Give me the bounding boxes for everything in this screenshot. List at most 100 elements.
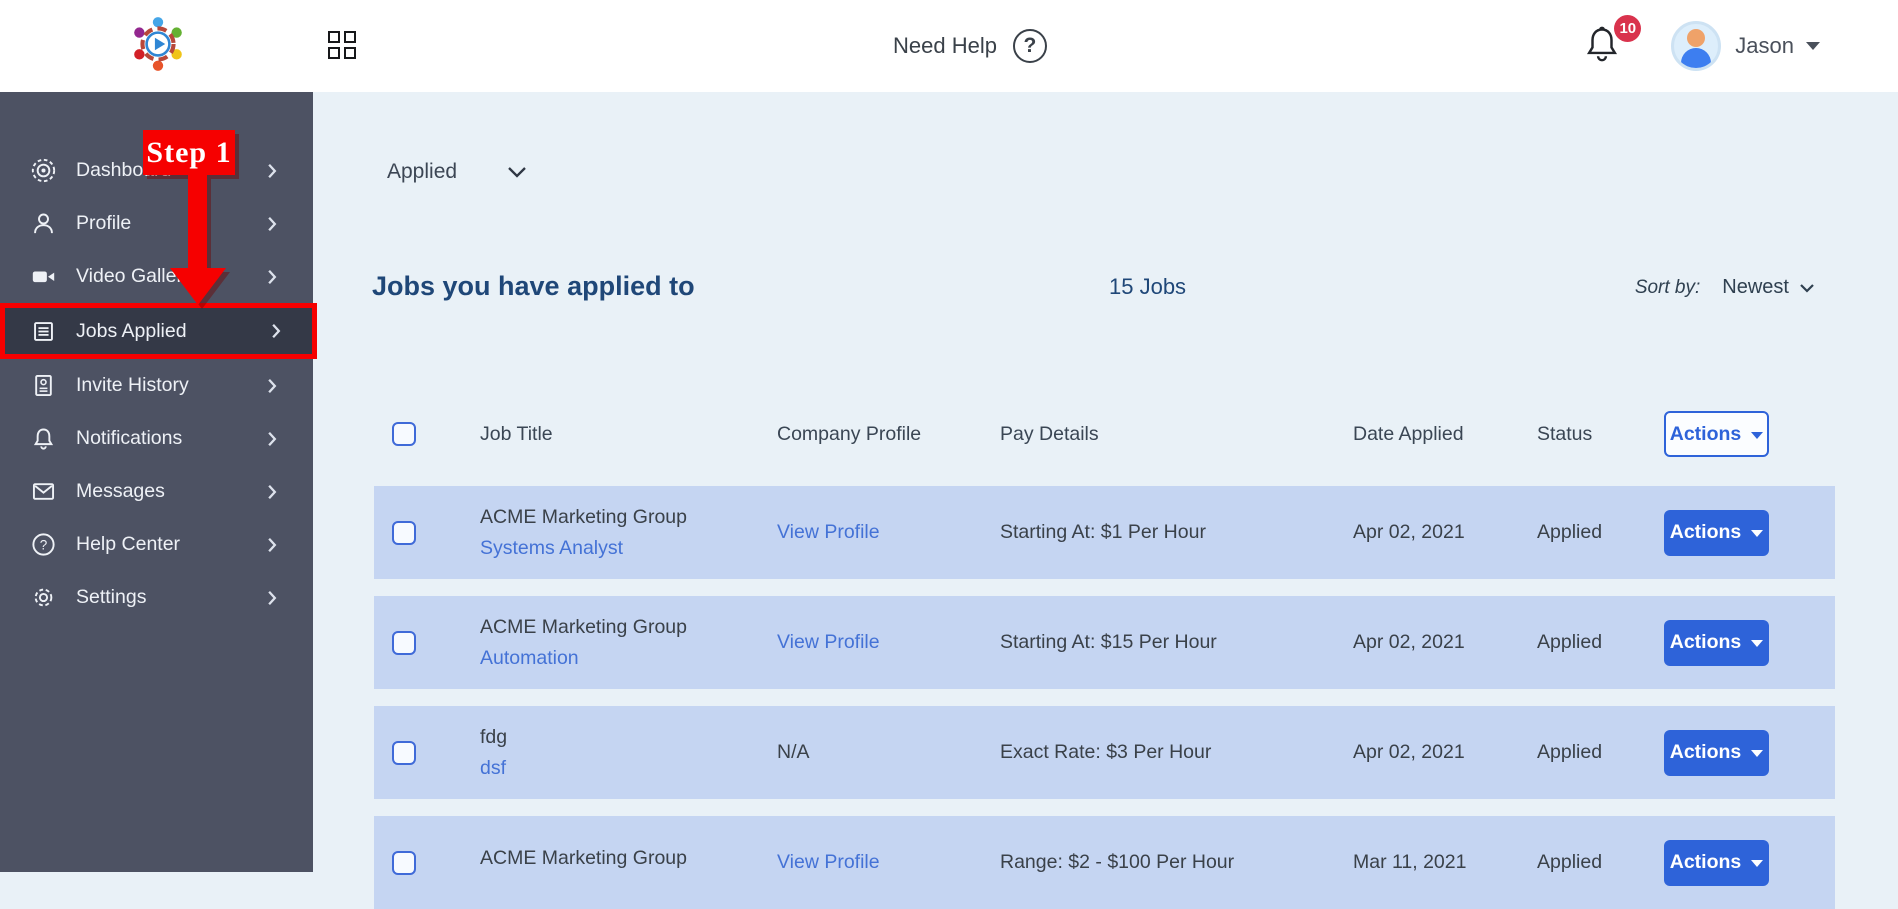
bulk-actions-label: Actions xyxy=(1670,423,1742,446)
dashboard-icon xyxy=(30,157,57,184)
apps-grid-icon[interactable] xyxy=(328,31,356,59)
bell-icon xyxy=(30,425,57,452)
job-title-link[interactable]: Systems Analyst xyxy=(480,537,770,560)
brand-logo-icon[interactable] xyxy=(129,13,187,75)
pay-details: Starting At: $1 Per Hour xyxy=(995,521,1345,544)
sidebar-item-jobs-applied[interactable]: Jobs Applied xyxy=(0,303,317,359)
row-checkbox[interactable] xyxy=(392,851,416,875)
row-actions-button[interactable]: Actions xyxy=(1664,730,1769,776)
row-checkbox[interactable] xyxy=(392,631,416,655)
sidebar-item-video-gallery[interactable]: Video Gallery xyxy=(0,250,313,303)
bulk-actions-button[interactable]: Actions xyxy=(1664,411,1769,457)
table-row: ACME Marketing Group Automation View Pro… xyxy=(374,596,1835,689)
col-job-title: Job Title xyxy=(470,423,770,446)
sidebar-nav: Dashboard Profile Video Gallery Jobs App… xyxy=(0,92,313,872)
document-list-icon xyxy=(30,318,57,345)
view-profile-link[interactable]: View Profile xyxy=(777,631,880,653)
date-applied: Mar 11, 2021 xyxy=(1345,851,1525,874)
step-badge: Step 1 xyxy=(143,130,235,175)
profile-icon xyxy=(30,210,57,237)
page-title: Jobs you have applied to xyxy=(372,271,695,301)
need-help-button[interactable]: Need Help ? xyxy=(893,0,1047,92)
sidebar-item-label: Help Center xyxy=(76,533,267,556)
status-value: Applied xyxy=(1525,851,1650,874)
app: Need Help ? 10 Jason Das xyxy=(0,0,1898,872)
company-name: ACME Marketing Group xyxy=(480,616,770,639)
question-circle-icon: ? xyxy=(30,531,57,558)
sidebar-item-label: Jobs Applied xyxy=(76,320,271,343)
row-checkbox[interactable] xyxy=(392,741,416,765)
chevron-right-icon xyxy=(271,323,281,339)
col-status: Status xyxy=(1525,423,1650,446)
col-pay-details: Pay Details xyxy=(995,423,1345,446)
chevron-right-icon xyxy=(267,537,277,553)
sidebar-item-messages[interactable]: Messages xyxy=(0,465,313,518)
date-applied: Apr 02, 2021 xyxy=(1345,631,1525,654)
chevron-right-icon xyxy=(267,269,277,285)
chevron-right-icon xyxy=(267,590,277,606)
table-row: fdg dsf N/A Exact Rate: $3 Per Hour Apr … xyxy=(374,706,1835,799)
pay-details: Range: $2 - $100 Per Hour xyxy=(995,851,1345,874)
sidebar-item-label: Invite History xyxy=(76,374,267,397)
caret-down-icon xyxy=(1751,530,1763,537)
sidebar-item-profile[interactable]: Profile xyxy=(0,197,313,250)
question-circle-icon: ? xyxy=(1013,29,1047,63)
company-name: ACME Marketing Group xyxy=(480,847,770,870)
company-name: fdg xyxy=(480,726,770,749)
chevron-down-icon xyxy=(507,166,527,178)
row-actions-label: Actions xyxy=(1670,741,1742,764)
caret-down-icon xyxy=(1751,860,1763,867)
user-avatar[interactable] xyxy=(1671,21,1721,71)
select-all-checkbox[interactable] xyxy=(392,422,416,446)
arrow-head-icon xyxy=(170,268,226,305)
job-title-link[interactable]: Automation xyxy=(480,647,770,670)
view-profile-link[interactable]: View Profile xyxy=(777,521,880,543)
caret-down-icon xyxy=(1751,640,1763,647)
envelope-icon xyxy=(30,478,57,505)
view-profile-link[interactable]: View Profile xyxy=(777,851,880,873)
user-menu-caret-icon[interactable] xyxy=(1806,42,1820,50)
sidebar-item-invite-history[interactable]: Invite History xyxy=(0,359,313,412)
sidebar-item-label: Settings xyxy=(76,586,267,609)
top-header: Need Help ? 10 Jason xyxy=(0,0,1898,92)
video-camera-icon xyxy=(30,263,57,290)
notifications-bell-button[interactable]: 10 xyxy=(1585,25,1619,68)
date-applied: Apr 02, 2021 xyxy=(1345,741,1525,764)
col-company-profile: Company Profile xyxy=(770,423,995,446)
sort-dropdown[interactable]: Newest xyxy=(1722,276,1815,299)
sidebar-item-notifications[interactable]: Notifications xyxy=(0,412,313,465)
pay-details: Exact Rate: $3 Per Hour xyxy=(995,741,1345,764)
main-content: Applied Jobs you have applied to 15 Jobs… xyxy=(313,92,1898,872)
invite-history-icon xyxy=(30,372,57,399)
sidebar-item-label: Messages xyxy=(76,480,267,503)
row-actions-button[interactable]: Actions xyxy=(1664,620,1769,666)
user-name: Jason xyxy=(1735,33,1794,59)
date-applied: Apr 02, 2021 xyxy=(1345,521,1525,544)
sidebar-item-help-center[interactable]: ? Help Center xyxy=(0,518,313,571)
row-actions-label: Actions xyxy=(1670,521,1742,544)
table-row: ACME Marketing Group Systems Analyst Vie… xyxy=(374,486,1835,579)
chevron-right-icon xyxy=(267,216,277,232)
chevron-right-icon xyxy=(267,431,277,447)
sidebar-item-settings[interactable]: Settings xyxy=(0,571,313,624)
row-actions-button[interactable]: Actions xyxy=(1664,510,1769,556)
jobs-table: Job Title Company Profile Pay Details Da… xyxy=(374,406,1835,909)
company-name: ACME Marketing Group xyxy=(480,506,770,529)
chevron-right-icon xyxy=(267,484,277,500)
pay-details: Starting At: $15 Per Hour xyxy=(995,631,1345,654)
jobs-count: 15 Jobs xyxy=(1109,274,1186,300)
row-actions-button[interactable]: Actions xyxy=(1664,840,1769,886)
row-actions-label: Actions xyxy=(1670,851,1742,874)
status-value: Applied xyxy=(1525,741,1650,764)
chevron-right-icon xyxy=(267,378,277,394)
job-title-link[interactable]: dsf xyxy=(480,757,770,780)
sort-by-label: Sort by: xyxy=(1635,277,1700,299)
notification-count-badge: 10 xyxy=(1614,15,1641,42)
row-checkbox[interactable] xyxy=(392,521,416,545)
arrow-down-icon xyxy=(188,173,207,270)
table-header-row: Job Title Company Profile Pay Details Da… xyxy=(374,406,1835,462)
row-actions-label: Actions xyxy=(1670,631,1742,654)
status-filter-dropdown[interactable]: Applied xyxy=(387,159,1898,185)
sidebar-item-label: Profile xyxy=(76,212,267,235)
col-date-applied: Date Applied xyxy=(1345,423,1525,446)
